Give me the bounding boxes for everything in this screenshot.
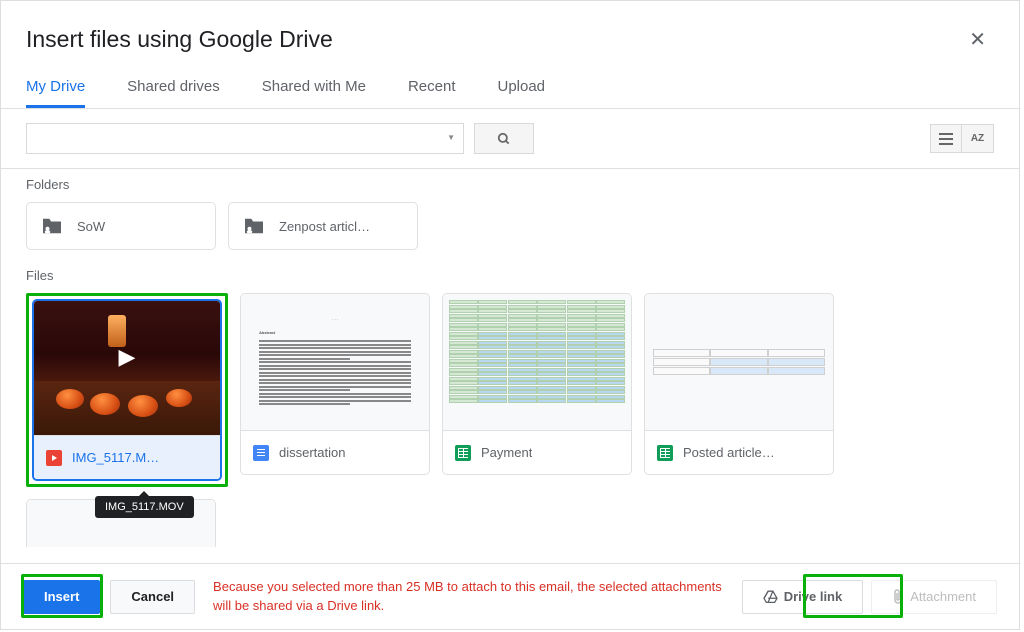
- list-view-button[interactable]: [930, 124, 962, 153]
- search-button[interactable]: [474, 123, 534, 154]
- insert-button[interactable]: Insert: [23, 580, 100, 614]
- file-thumbnail: · · · Abstract: [241, 294, 429, 430]
- file-name: Payment: [481, 445, 532, 460]
- tab-upload[interactable]: Upload: [497, 68, 545, 108]
- file-thumbnail: [645, 294, 833, 430]
- video-preview: ▶: [34, 301, 220, 435]
- view-controls: AZ: [930, 124, 994, 153]
- tab-shared-drives[interactable]: Shared drives: [127, 68, 220, 108]
- tab-my-drive[interactable]: My Drive: [26, 68, 85, 108]
- file-footer: Posted article…: [645, 430, 833, 474]
- selected-highlight: ▶ IMG_5117.M…: [26, 293, 228, 487]
- sort-az-icon: AZ: [971, 133, 984, 144]
- folder-sow[interactable]: SoW: [26, 202, 216, 250]
- drive-link-label: Drive link: [784, 589, 843, 604]
- close-button[interactable]: ✕: [961, 23, 994, 56]
- size-warning-text: Because you selected more than 25 MB to …: [213, 578, 723, 614]
- file-card-docs[interactable]: · · · Abstract dissertation: [240, 293, 430, 475]
- attachment-button[interactable]: Attachment: [871, 580, 997, 614]
- files-section-label: Files: [26, 268, 994, 283]
- file-card-payment[interactable]: Payment: [442, 293, 632, 475]
- content-area: Folders SoW Zenpost articl… Files: [1, 169, 1019, 547]
- drive-icon: [763, 590, 778, 603]
- folder-name: SoW: [77, 219, 105, 234]
- search-icon: [497, 132, 511, 146]
- search-input[interactable]: [26, 123, 464, 154]
- document-preview: · · · Abstract: [241, 305, 429, 418]
- file-footer: Payment: [443, 430, 631, 474]
- folder-name: Zenpost articl…: [279, 219, 370, 234]
- folders-row: SoW Zenpost articl…: [26, 202, 994, 250]
- filename-tooltip: IMG_5117.MOV: [95, 496, 194, 518]
- folders-section-label: Folders: [26, 177, 994, 192]
- tab-shared-with-me[interactable]: Shared with Me: [262, 68, 366, 108]
- tabs-bar: My Drive Shared drives Shared with Me Re…: [1, 68, 1019, 109]
- sheet-preview: [645, 341, 833, 384]
- footer-right: Drive link Attachment: [742, 580, 997, 614]
- video-icon: [46, 450, 62, 466]
- tab-recent[interactable]: Recent: [408, 68, 456, 108]
- list-icon: [939, 133, 953, 145]
- file-card-posted-article[interactable]: Posted article…: [644, 293, 834, 475]
- file-card-video[interactable]: ▶ IMG_5117.M…: [32, 299, 222, 481]
- modal-footer: Insert Cancel Because you selected more …: [1, 563, 1019, 629]
- search-wrap: [26, 123, 534, 154]
- folder-icon: [243, 217, 265, 235]
- sort-button[interactable]: AZ: [962, 124, 994, 153]
- file-thumbnail: ▶: [34, 301, 220, 435]
- file-footer: dissertation: [241, 430, 429, 474]
- sheets-icon: [657, 445, 673, 461]
- file-thumbnail: [443, 294, 631, 430]
- sheets-icon: [455, 445, 471, 461]
- file-name: Posted article…: [683, 445, 775, 460]
- file-name: dissertation: [279, 445, 345, 460]
- folder-zenpost[interactable]: Zenpost articl…: [228, 202, 418, 250]
- attachment-icon: [892, 589, 904, 605]
- docs-icon: [253, 445, 269, 461]
- sheet-preview: [443, 294, 631, 430]
- sheet-preview: [27, 542, 215, 547]
- file-footer: IMG_5117.M…: [34, 435, 220, 479]
- play-icon: ▶: [119, 344, 136, 370]
- folder-icon: [41, 217, 63, 235]
- modal-title: Insert files using Google Drive: [26, 26, 333, 53]
- drive-link-button[interactable]: Drive link: [742, 580, 864, 614]
- file-name: IMG_5117.M…: [72, 450, 159, 465]
- insert-files-modal: Insert files using Google Drive ✕ My Dri…: [0, 0, 1020, 630]
- attachment-label: Attachment: [910, 589, 976, 604]
- modal-header: Insert files using Google Drive ✕: [1, 1, 1019, 68]
- cancel-button[interactable]: Cancel: [110, 580, 195, 614]
- toolbar: AZ: [1, 109, 1019, 169]
